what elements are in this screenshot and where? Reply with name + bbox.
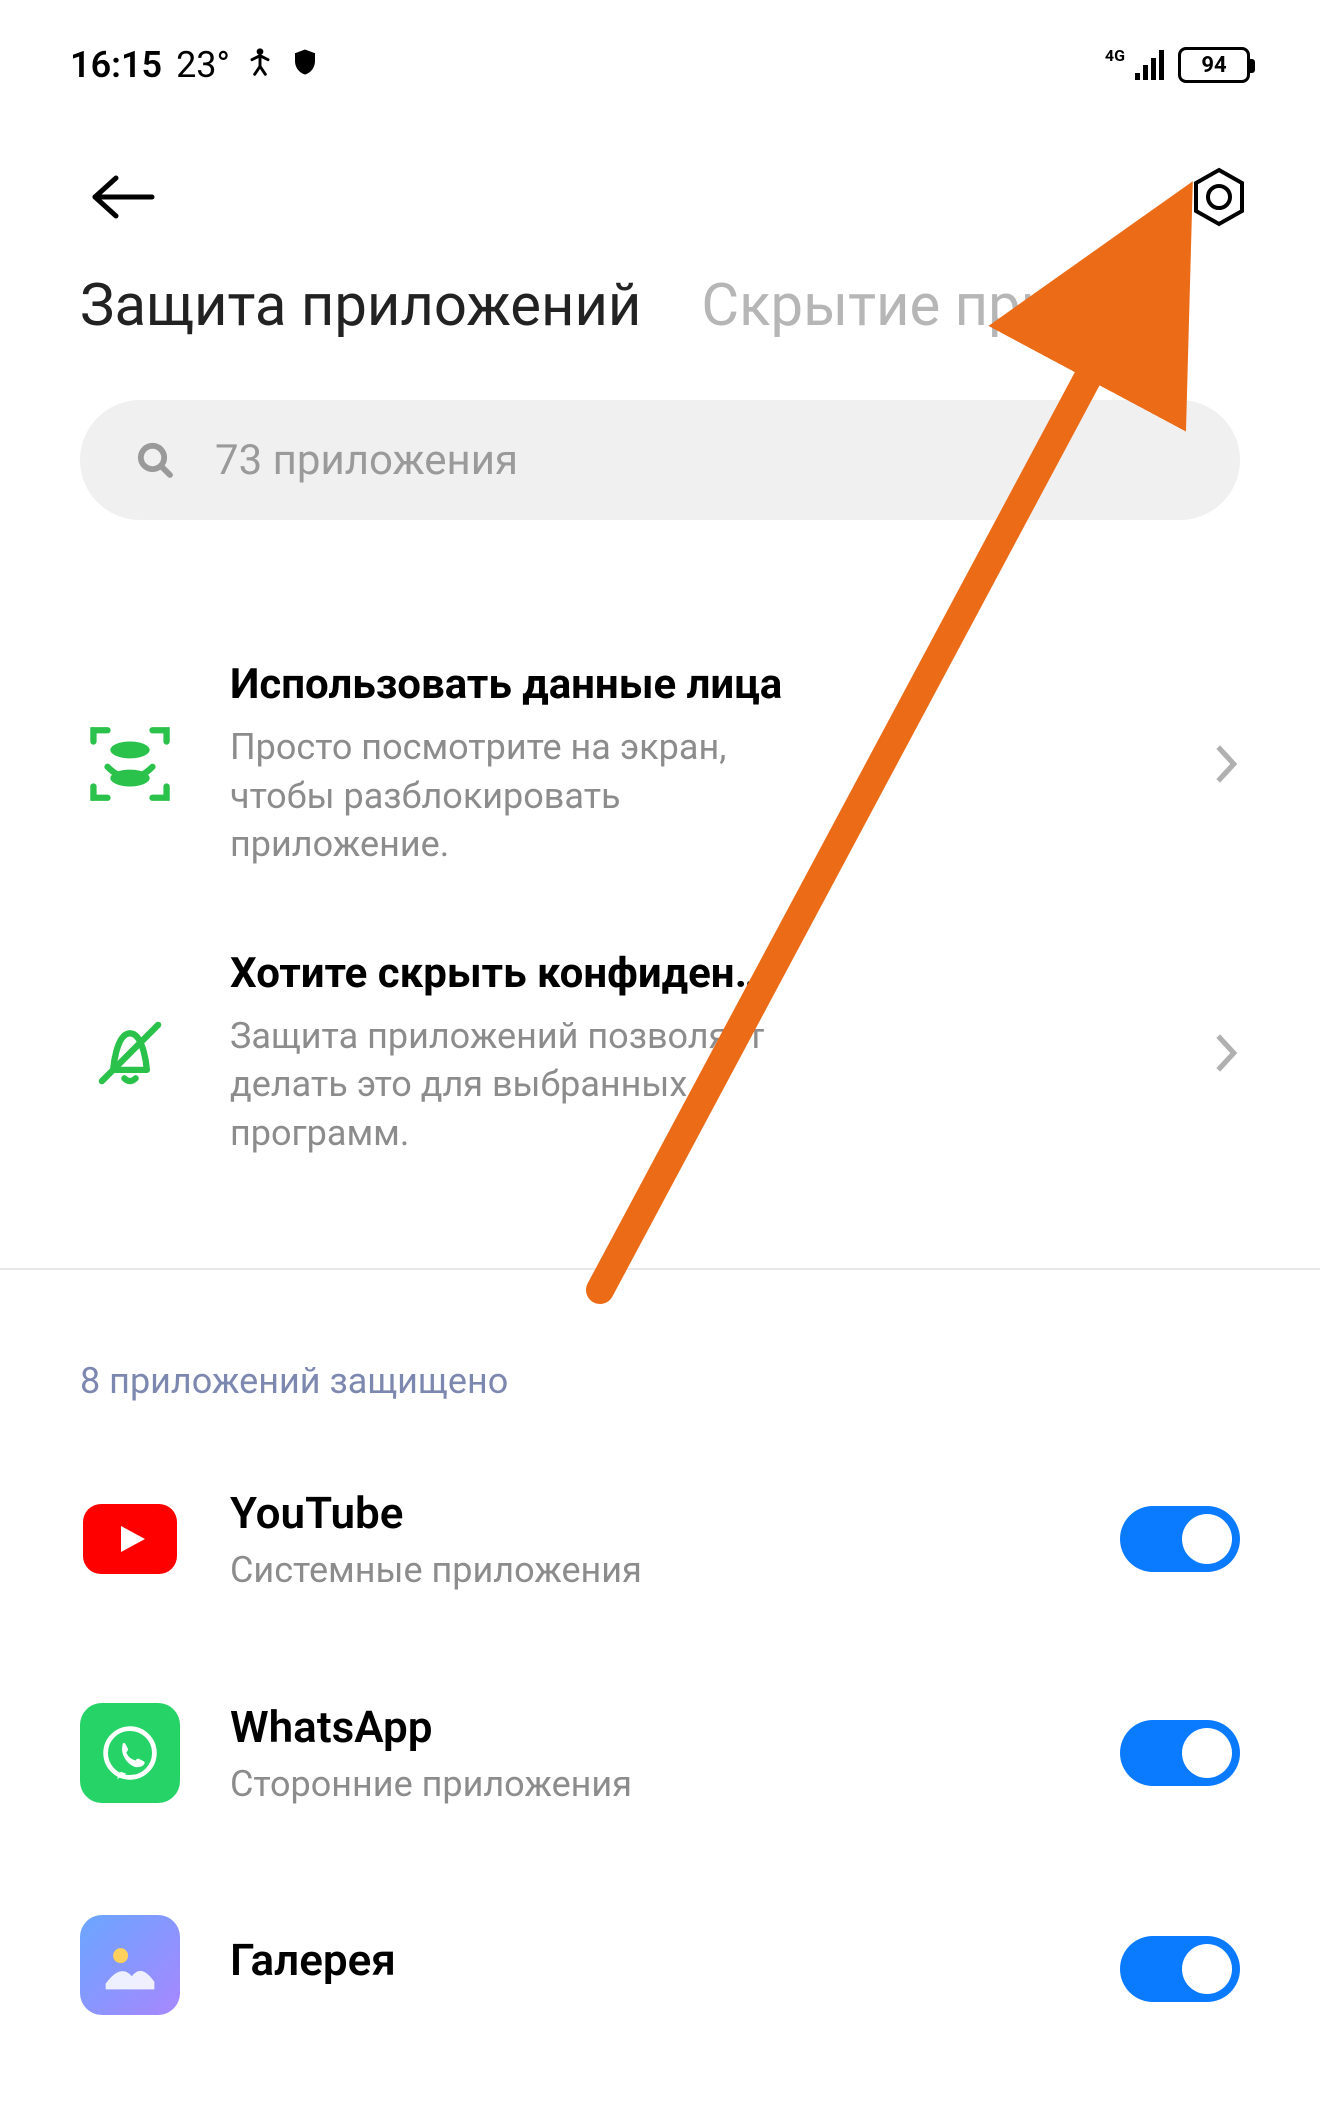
protected-count-header: 8 приложений защищено bbox=[0, 1270, 1320, 1432]
activity-icon bbox=[244, 44, 276, 86]
app-category: Системные приложения bbox=[230, 1549, 1070, 1591]
app-name: WhatsApp bbox=[230, 1701, 1070, 1753]
chevron-right-icon bbox=[1212, 1031, 1240, 1075]
youtube-icon bbox=[80, 1489, 180, 1589]
gear-icon bbox=[1188, 166, 1250, 228]
app-row-gallery: Галерея bbox=[80, 1860, 1240, 2070]
tab-app-lock[interactable]: Защита приложений bbox=[80, 272, 641, 340]
toggle-youtube[interactable] bbox=[1120, 1506, 1240, 1572]
app-bar bbox=[0, 86, 1320, 262]
status-time: 16:15 bbox=[70, 44, 162, 86]
bell-off-icon bbox=[80, 1008, 180, 1098]
shield-icon bbox=[290, 44, 320, 86]
option-subtitle: Просто посмотрите на экран, чтобы разбло… bbox=[230, 723, 790, 869]
arrow-left-icon bbox=[90, 172, 160, 222]
app-name: Галерея bbox=[230, 1934, 1070, 1986]
battery-level: 94 bbox=[1201, 53, 1226, 78]
option-subtitle: Защита приложений позволяет делать это д… bbox=[230, 1012, 790, 1158]
status-bar: 16:15 23° 4G 94 bbox=[0, 0, 1320, 86]
option-face-unlock[interactable]: Использовать данные лица Просто посмотри… bbox=[80, 620, 1240, 909]
status-right: 4G 94 bbox=[1105, 47, 1250, 83]
app-row-youtube: YouTube Системные приложения bbox=[80, 1432, 1240, 1646]
settings-button[interactable] bbox=[1188, 166, 1250, 232]
app-list: YouTube Системные приложения WhatsApp Ст… bbox=[0, 1432, 1320, 2070]
search-icon bbox=[135, 440, 175, 480]
tabs: Защита приложений Скрытие прил bbox=[0, 262, 1320, 340]
back-button[interactable] bbox=[90, 172, 160, 226]
status-temperature: 23° bbox=[176, 44, 230, 86]
search-input[interactable]: 73 приложения bbox=[80, 400, 1240, 520]
gallery-icon bbox=[80, 1915, 180, 2015]
tab-app-hide[interactable]: Скрытие прил bbox=[701, 272, 1087, 340]
option-title: Хотите скрыть конфиденциальны… bbox=[230, 949, 790, 998]
toggle-whatsapp[interactable] bbox=[1120, 1720, 1240, 1786]
chevron-right-icon bbox=[1212, 742, 1240, 786]
status-left: 16:15 23° bbox=[70, 44, 320, 86]
app-name: YouTube bbox=[230, 1487, 1070, 1539]
battery-icon: 94 bbox=[1178, 47, 1250, 83]
network-type: 4G bbox=[1105, 46, 1125, 65]
signal-icon bbox=[1135, 50, 1164, 80]
app-row-whatsapp: WhatsApp Сторонние приложения bbox=[80, 1646, 1240, 1860]
option-title: Использовать данные лица bbox=[230, 660, 1162, 709]
toggle-gallery[interactable] bbox=[1120, 1936, 1240, 2002]
option-hide-notifications[interactable]: Хотите скрыть конфиденциальны… Защита пр… bbox=[80, 909, 1240, 1198]
app-category: Сторонние приложения bbox=[230, 1763, 1070, 1805]
whatsapp-icon bbox=[80, 1703, 180, 1803]
face-unlock-icon bbox=[80, 719, 180, 809]
options-block: Использовать данные лица Просто посмотри… bbox=[0, 520, 1320, 1270]
search-placeholder: 73 приложения bbox=[215, 436, 518, 485]
